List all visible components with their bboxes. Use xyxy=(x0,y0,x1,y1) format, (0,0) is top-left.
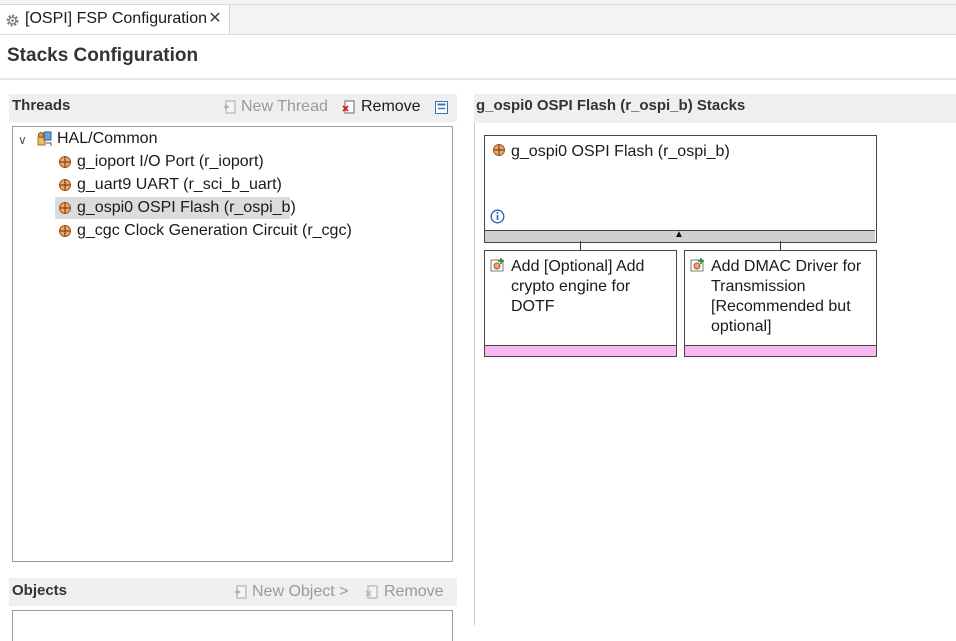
component-icon xyxy=(59,179,71,191)
component-icon xyxy=(59,225,71,237)
objects-list[interactable] xyxy=(12,610,453,641)
objects-heading: Objects xyxy=(12,582,68,599)
component-icon xyxy=(59,202,71,214)
tree-node-hal-common[interactable]: HAL/Common xyxy=(57,130,157,148)
close-icon[interactable]: ✕ xyxy=(207,10,223,28)
tree-item-ioport[interactable]: g_ioport I/O Port (r_ioport) xyxy=(77,153,264,171)
remove-thread-button[interactable]: Remove xyxy=(361,98,421,116)
remove-icon xyxy=(365,585,378,599)
new-thread-button[interactable]: New Thread xyxy=(241,98,328,116)
info-icon[interactable] xyxy=(490,209,505,224)
new-object-icon xyxy=(235,585,247,599)
tab-label: [OSPI] FSP Configuration xyxy=(25,10,208,27)
new-object-button[interactable]: New Object > xyxy=(252,583,348,601)
add-module-icon xyxy=(490,258,504,272)
new-thread-icon xyxy=(224,100,236,114)
sub-module-label: Add [Optional] Add crypto engine for DOT… xyxy=(511,258,645,315)
hal-common-icon xyxy=(37,131,52,146)
remove-object-button[interactable]: Remove xyxy=(384,583,444,601)
collapse-arrow-icon[interactable]: ▲ xyxy=(674,229,684,240)
optional-indicator-bar xyxy=(685,345,876,356)
threads-heading: Threads xyxy=(12,97,71,114)
component-icon xyxy=(59,156,71,168)
component-icon xyxy=(493,144,505,156)
stacks-heading: g_ospi0 OSPI Flash (r_ospi_b) Stacks xyxy=(476,97,746,114)
gear-icon xyxy=(6,14,19,27)
optional-indicator-bar xyxy=(485,345,676,356)
add-module-icon xyxy=(690,258,704,272)
chevron-down-icon[interactable]: ∨ xyxy=(18,133,27,147)
module-label: g_ospi0 OSPI Flash (r_ospi_b) xyxy=(511,143,730,160)
collapse-all-icon[interactable] xyxy=(435,101,448,114)
tree-item-cgc[interactable]: g_cgc Clock Generation Circuit (r_cgc) xyxy=(77,222,352,240)
tree-item-ospi0[interactable]: g_ospi0 OSPI Flash (r_ospi_b) xyxy=(77,199,296,217)
title-divider xyxy=(0,78,956,80)
remove-icon xyxy=(342,100,355,114)
tree-item-uart9[interactable]: g_uart9 UART (r_sci_b_uart) xyxy=(77,176,282,194)
sub-module-label: Add DMAC Driver for Transmission [Recomm… xyxy=(711,258,862,335)
page-title: Stacks Configuration xyxy=(7,45,199,66)
